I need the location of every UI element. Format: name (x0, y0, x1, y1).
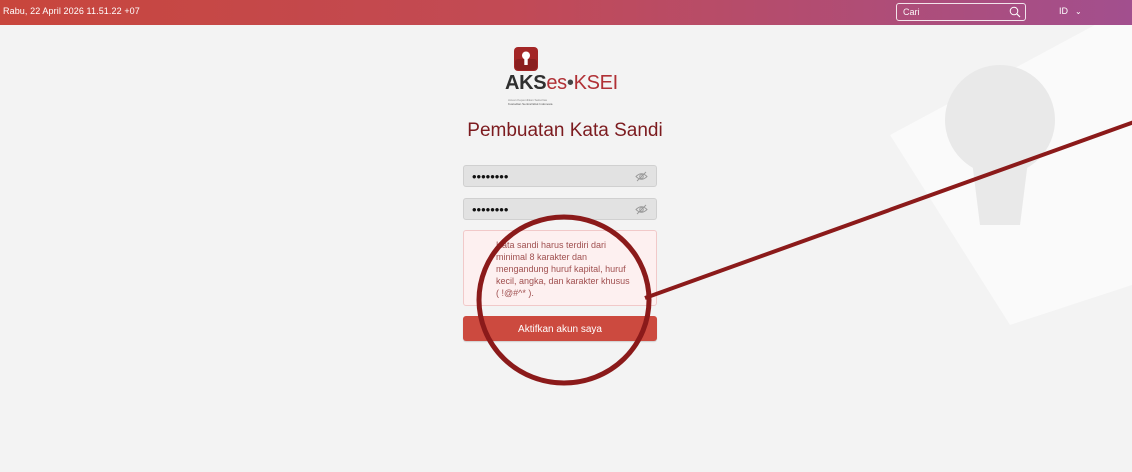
language-label: ID (1059, 6, 1068, 16)
activate-account-button[interactable]: Aktifkan akun saya (463, 316, 657, 341)
password-error-message: Kata sandi harus terdiri dari minimal 8 … (496, 240, 630, 298)
page-title: Pembuatan Kata Sandi (467, 120, 663, 141)
top-bar: Rabu, 22 April 2026 11.51.22 +07 ID ⌄ (0, 0, 1132, 25)
chevron-down-icon: ⌄ (1075, 7, 1082, 16)
confirm-password-input[interactable] (472, 202, 622, 216)
search-box[interactable] (896, 3, 1026, 21)
logo-brand-main: AKS (505, 72, 547, 94)
eye-slash-icon[interactable] (635, 204, 648, 215)
background-keyhole-watermark (890, 25, 1132, 325)
search-input[interactable] (903, 6, 1003, 18)
akses-ksei-logo: AKSes•KSEI Acuan Kepemilikan Sekuritas K… (505, 47, 625, 117)
current-datetime: Rabu, 22 April 2026 11.51.22 +07 (3, 6, 140, 16)
new-password-field[interactable] (463, 165, 657, 187)
eye-slash-icon[interactable] (635, 171, 648, 182)
password-error-box: Kata sandi harus terdiri dari minimal 8 … (463, 230, 657, 306)
logo-text: AKSes•KSEI (505, 72, 618, 95)
confirm-password-field[interactable] (463, 198, 657, 220)
new-password-input[interactable] (472, 169, 622, 183)
logo-brand-dot: • (566, 72, 574, 94)
logo-tagline-2: Kustodian Sentral Efek Indonesia (508, 102, 553, 106)
logo-brand-es: es (546, 72, 567, 94)
logo-brand-ksei: KSEI (573, 72, 619, 94)
keyhole-logo-icon (514, 47, 538, 71)
language-selector[interactable]: ID ⌄ (1059, 6, 1082, 16)
search-icon[interactable] (1009, 6, 1021, 18)
